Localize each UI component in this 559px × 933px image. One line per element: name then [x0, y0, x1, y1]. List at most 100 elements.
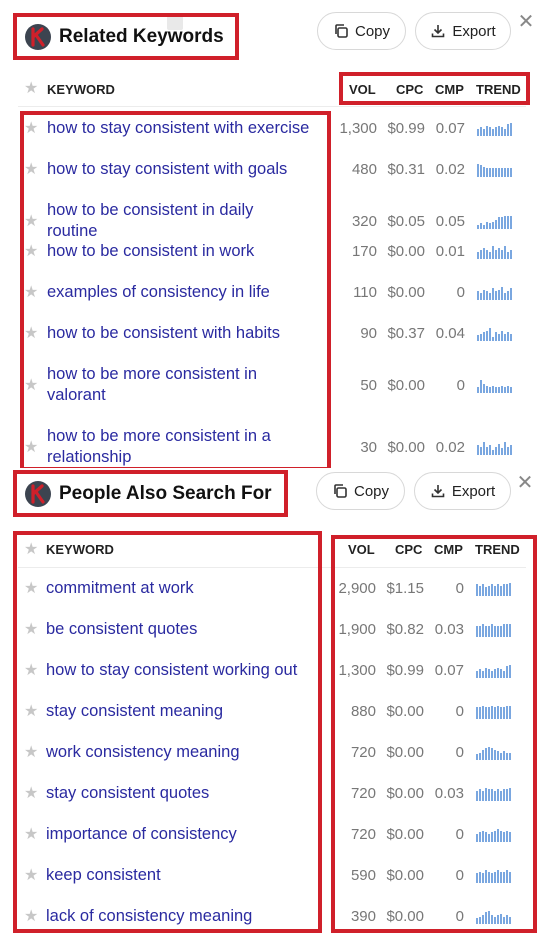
favorite-star-icon[interactable]: ★ [24, 826, 38, 843]
trend-bar [498, 247, 500, 259]
favorite-star-icon[interactable]: ★ [24, 867, 38, 884]
keyword-link[interactable]: how to be consistent with habits [47, 323, 280, 344]
trend-bar [476, 917, 478, 924]
trend-bar [488, 585, 490, 596]
trend-bar [504, 442, 506, 455]
cmp-column-header[interactable]: CMP [434, 542, 463, 557]
favorite-star-icon[interactable]: ★ [24, 120, 38, 137]
trend-bar [489, 167, 491, 177]
trend-bar [506, 623, 508, 637]
keyword-link[interactable]: how to stay consistent working out [46, 660, 297, 681]
trend-bar [500, 668, 502, 678]
keyword-link[interactable]: commitment at work [46, 578, 194, 599]
trend-bar [488, 668, 490, 678]
cpc-value: $0.00 [386, 825, 424, 843]
keyword-link[interactable]: stay consistent quotes [46, 783, 209, 804]
vol-column-header[interactable]: VOL [348, 542, 375, 557]
copy-button[interactable]: Copy [317, 12, 406, 50]
keyword-link[interactable]: how to stay consistent with exercise [47, 118, 309, 139]
trend-bar [506, 788, 508, 801]
trend-bar [504, 216, 506, 229]
trend-bar [495, 290, 497, 300]
keyword-link[interactable]: how to stay consistent with goals [47, 159, 287, 180]
star-all-icon[interactable]: ★ [24, 81, 38, 97]
cmp-column-header[interactable]: CMP [435, 82, 464, 97]
favorite-star-icon[interactable]: ★ [24, 908, 38, 925]
trend-bar [476, 706, 478, 719]
keyword-column-header[interactable]: KEYWORD [47, 82, 115, 97]
keyword-link[interactable]: be consistent quotes [46, 619, 197, 640]
trend-sparkline [477, 379, 523, 393]
favorite-star-icon[interactable]: ★ [24, 703, 38, 720]
trend-bar [482, 872, 484, 883]
cpc-column-header[interactable]: CPC [396, 82, 423, 97]
keyword-link[interactable]: stay consistent meaning [46, 701, 223, 722]
trend-bar [491, 583, 493, 596]
trend-bar [492, 287, 494, 300]
keyword-link[interactable]: importance of consistency [46, 824, 237, 845]
trend-bar [504, 245, 506, 259]
favorite-star-icon[interactable]: ★ [24, 325, 38, 342]
keyword-column-header[interactable]: KEYWORD [46, 542, 114, 557]
trend-bar [479, 752, 481, 760]
trend-bar [485, 831, 487, 842]
header-divider [18, 106, 526, 107]
export-button[interactable]: Export [415, 12, 511, 50]
cpc-value: $0.00 [386, 702, 424, 720]
favorite-star-icon[interactable]: ★ [24, 378, 38, 394]
keyword-link[interactable]: work consistency meaning [46, 742, 240, 763]
favorite-star-icon[interactable]: ★ [24, 214, 38, 230]
section-title: Related Keywords [59, 25, 224, 47]
keyword-link[interactable]: keep consistent [46, 865, 161, 886]
favorite-star-icon[interactable]: ★ [24, 662, 38, 679]
copy-icon [335, 24, 348, 38]
trend-bar [509, 831, 511, 842]
favorite-star-icon[interactable]: ★ [24, 284, 38, 301]
trend-bar [477, 251, 479, 259]
trend-column-header[interactable]: TREND [475, 542, 520, 557]
trend-sparkline [476, 623, 522, 637]
competition-value: 0 [455, 702, 464, 720]
trend-bar [506, 583, 508, 596]
trend-bar [495, 249, 497, 259]
close-icon[interactable]: ✕ [515, 473, 535, 493]
keyword-link[interactable]: examples of consistency in life [47, 282, 270, 303]
close-icon[interactable]: ✕ [516, 12, 536, 32]
vol-column-header[interactable]: VOL [349, 82, 376, 97]
trend-bar [509, 871, 511, 883]
copy-button[interactable]: Copy [316, 472, 405, 510]
favorite-star-icon[interactable]: ★ [24, 785, 38, 802]
keyword-link[interactable]: how to be more consistent in a relations… [47, 426, 292, 468]
volume-value: 110 [353, 283, 377, 301]
favorite-star-icon[interactable]: ★ [24, 161, 38, 178]
trend-bar [498, 289, 500, 300]
trend-bar [501, 386, 503, 393]
cpc-value: $0.00 [387, 377, 425, 394]
cpc-column-header[interactable]: CPC [395, 542, 422, 557]
trend-bar [504, 333, 506, 341]
favorite-star-icon[interactable]: ★ [24, 580, 38, 597]
trend-bar [479, 706, 481, 719]
keyword-link[interactable]: how to be consistent in daily routine [47, 200, 292, 242]
favorite-star-icon[interactable]: ★ [24, 621, 38, 638]
trend-bar [477, 445, 479, 455]
trend-bar [492, 386, 494, 393]
trend-bar [501, 330, 503, 341]
trend-bar [476, 583, 478, 596]
keyword-link[interactable]: lack of consistency meaning [46, 906, 252, 927]
favorite-star-icon[interactable]: ★ [24, 243, 38, 260]
cpc-value: $0.00 [386, 907, 424, 925]
section-title: People Also Search For [59, 482, 272, 504]
trend-bar [486, 249, 488, 259]
keyword-link[interactable]: how to be consistent in work [47, 241, 254, 262]
keyword-link[interactable]: how to be more consistent in valorant [47, 364, 292, 406]
favorite-star-icon[interactable]: ★ [24, 744, 38, 761]
trend-column-header[interactable]: TREND [476, 82, 521, 97]
star-all-icon[interactable]: ★ [24, 542, 38, 558]
trend-bar [495, 126, 497, 136]
trend-sparkline [476, 869, 522, 883]
export-button[interactable]: Export [414, 472, 511, 510]
export-button-label: Export [452, 22, 496, 40]
trend-bar [501, 167, 503, 177]
favorite-star-icon[interactable]: ★ [24, 440, 38, 456]
